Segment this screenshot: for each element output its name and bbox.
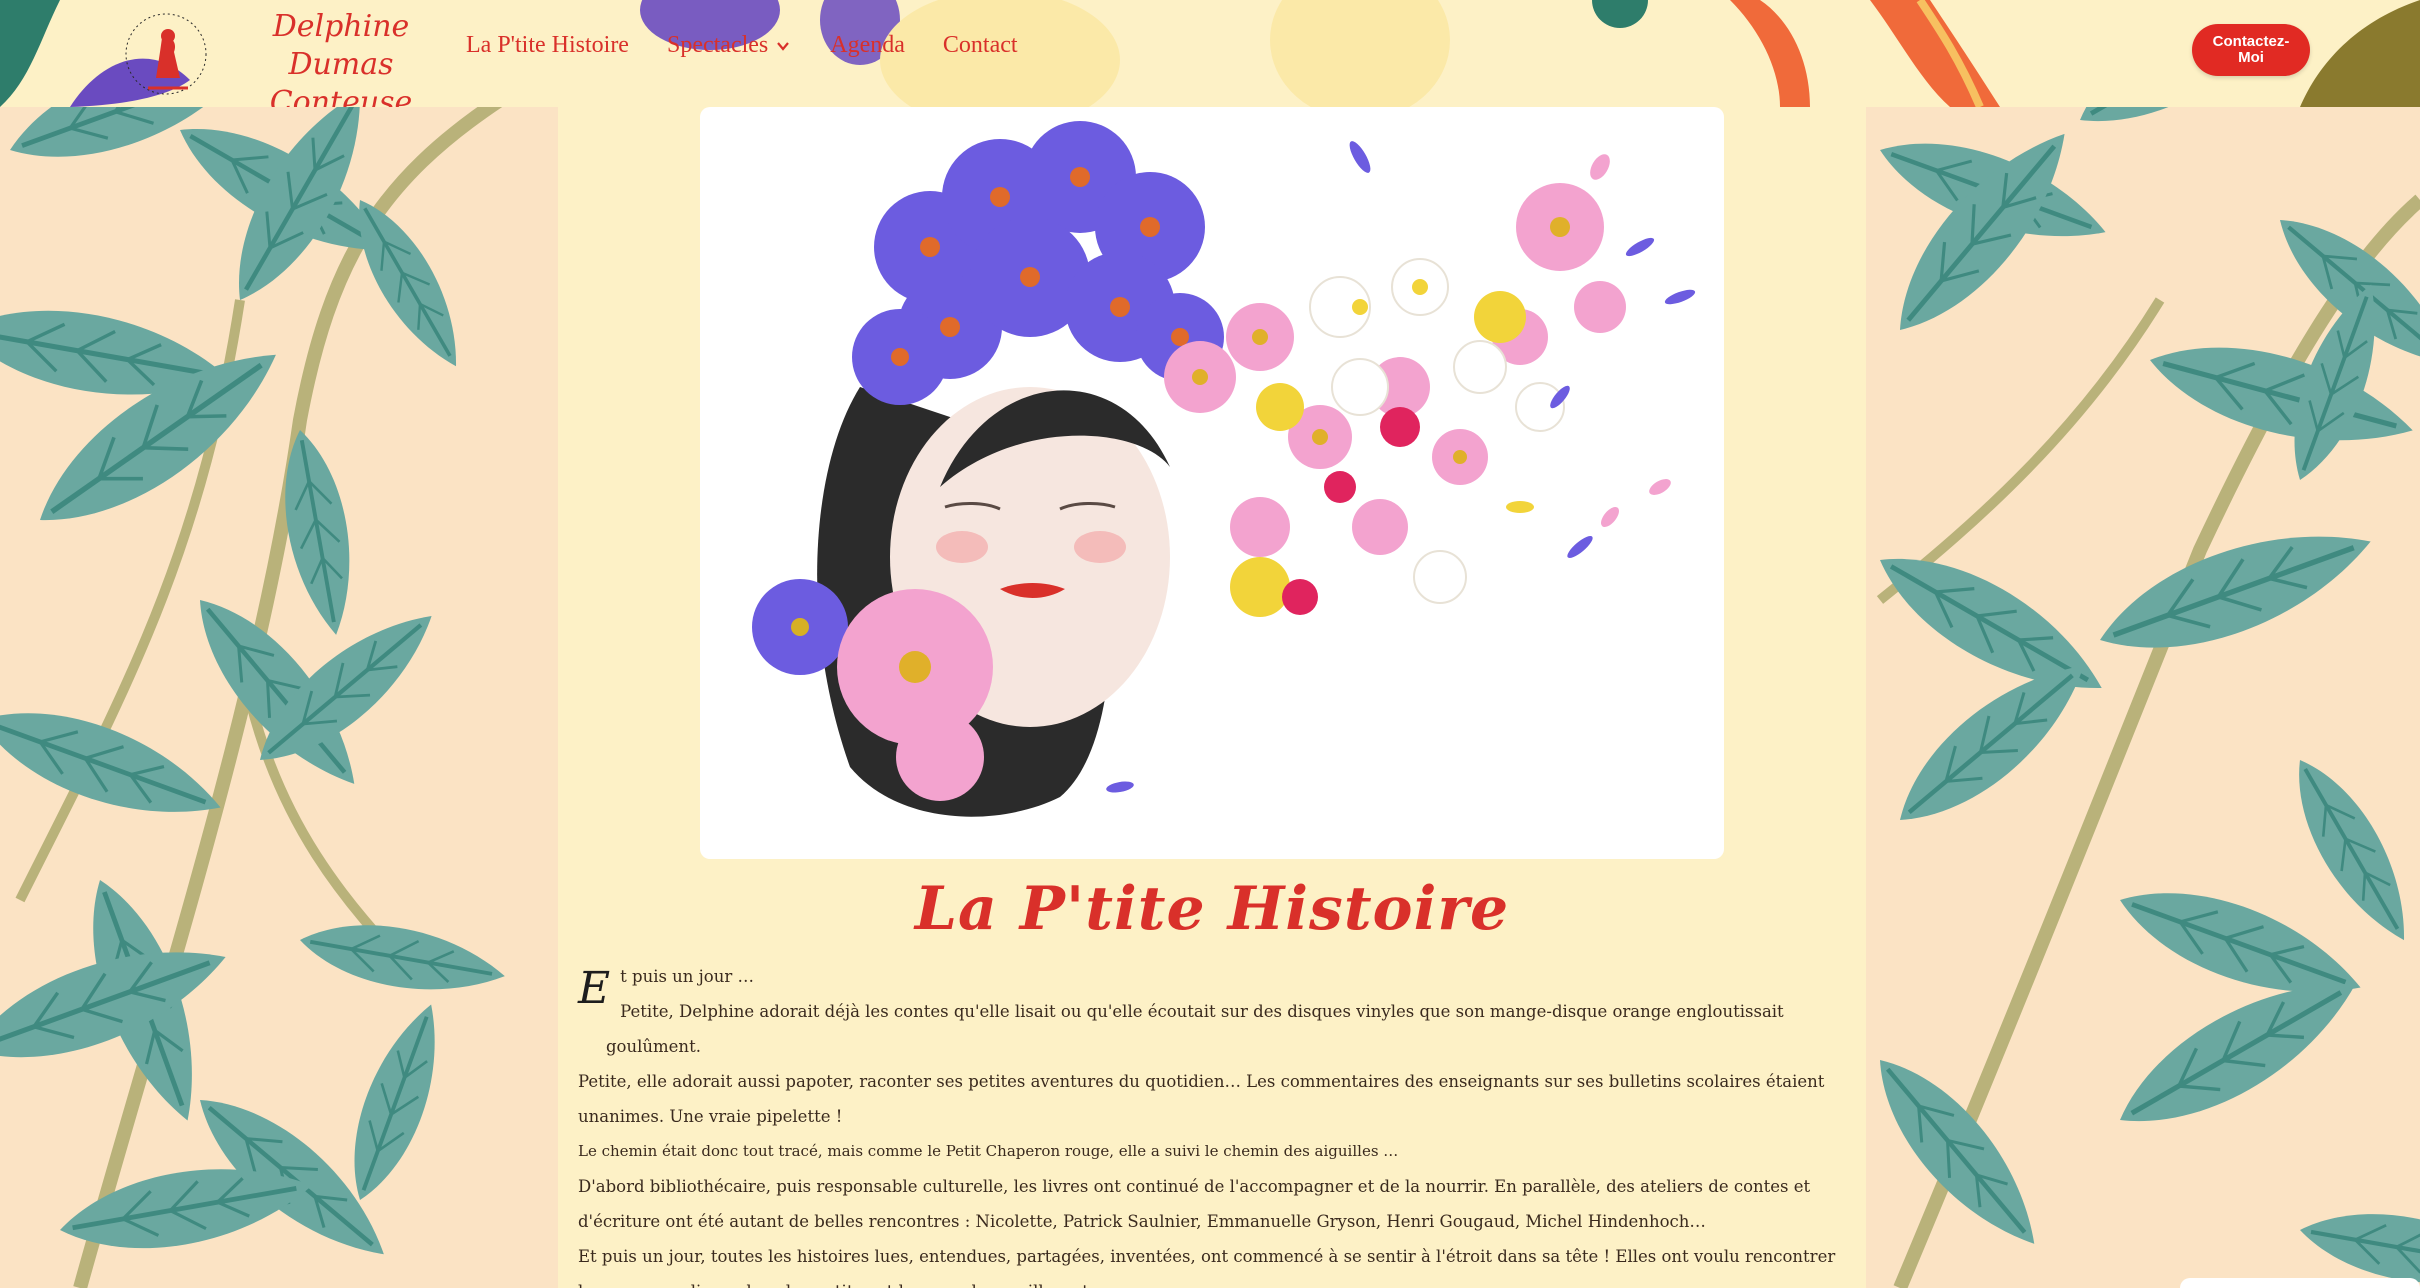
paragraph-intro: t puis un jour … bbox=[620, 967, 754, 986]
drop-cap: E bbox=[578, 963, 611, 1014]
contact-me-button[interactable]: Contactez-Moi bbox=[2192, 24, 2310, 76]
nav-item-contact[interactable]: Contact bbox=[943, 32, 1018, 59]
paragraph: D'abord bibliothécaire, puis responsable… bbox=[578, 1177, 1811, 1231]
site-logo[interactable]: Delphine Dumas Conteuse bbox=[236, 8, 446, 107]
nav-label: La P'tite Histoire bbox=[466, 32, 629, 58]
woman-with-flowers-illustration-icon bbox=[752, 121, 1696, 817]
site-header: Delphine Dumas Conteuse La P'tite Histoi… bbox=[0, 0, 2420, 107]
paragraph: Petite, Delphine adorait déjà les contes… bbox=[606, 1002, 1784, 1056]
logo-mark-icon bbox=[125, 13, 207, 95]
nav-label: Agenda bbox=[830, 32, 905, 58]
content-area: La P'tite Histoire E t puis un jour … Pe… bbox=[558, 107, 1866, 1288]
nav-item-spectacles[interactable]: Spectacles bbox=[667, 32, 792, 59]
paragraph: Petite, elle adorait aussi papoter, raco… bbox=[578, 1072, 1825, 1126]
nav-item-la-ptite-histoire[interactable]: La P'tite Histoire bbox=[466, 32, 629, 59]
story-text: E t puis un jour … Petite, Delphine ador… bbox=[578, 959, 1848, 1288]
page-title: La P'tite Histoire bbox=[914, 874, 1510, 944]
chevron-down-icon bbox=[777, 41, 790, 51]
chat-widget-tab[interactable] bbox=[2180, 1278, 2420, 1288]
nav-label: Spectacles bbox=[666, 32, 769, 58]
nav-label: Contact bbox=[942, 32, 1018, 58]
hero-image bbox=[700, 107, 1724, 859]
logo-line-2: Conteuse bbox=[269, 85, 413, 107]
paragraph: Le chemin était donc tout tracé, mais co… bbox=[578, 1142, 1399, 1160]
paragraph: Et puis un jour, toutes les histoires lu… bbox=[578, 1247, 1836, 1288]
main-nav: La P'tite Histoire Spectacles Agenda Con… bbox=[466, 32, 1056, 59]
logo-line-1: Delphine Dumas bbox=[272, 9, 410, 82]
nav-item-agenda[interactable]: Agenda bbox=[830, 32, 905, 59]
